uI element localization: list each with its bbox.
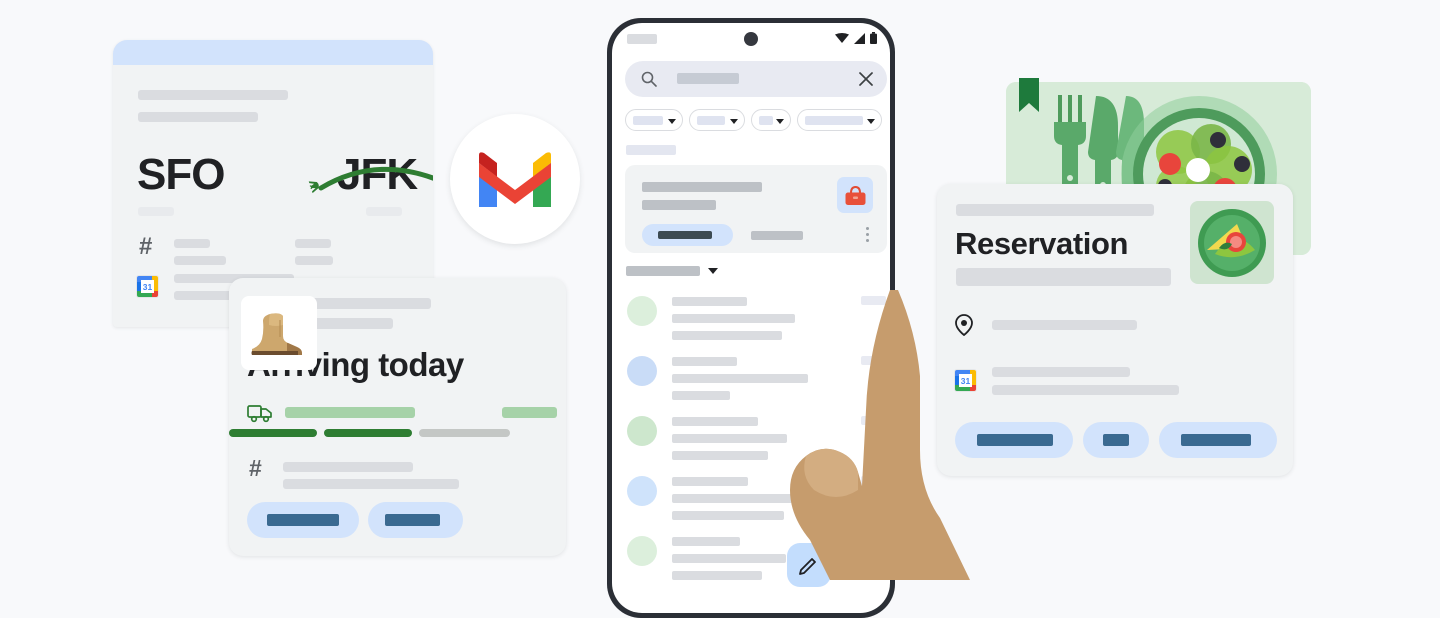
reservation-thumbnail (1190, 201, 1274, 284)
status-bar (612, 23, 890, 55)
confirmation-number-row: # (137, 233, 417, 271)
number-sign-icon: # (139, 233, 153, 260)
phone-screen[interactable] (612, 23, 890, 613)
list-header-label (626, 266, 700, 276)
close-icon (859, 72, 873, 86)
avatar (627, 356, 657, 386)
track-package-button[interactable] (247, 502, 359, 538)
message-row[interactable] (612, 351, 890, 411)
promo-subtitle-skeleton (642, 200, 716, 210)
product-thumbnail (241, 296, 317, 370)
handbag-icon (845, 185, 865, 205)
message-timestamp (861, 356, 886, 365)
filter-chip-2[interactable] (689, 109, 745, 131)
status-bar-time (627, 34, 657, 44)
filter-chip-3[interactable] (751, 109, 791, 131)
reservation-title: Reservation (955, 226, 1129, 261)
reservation-skeleton-line (956, 204, 1154, 216)
delivery-truck-icon (247, 405, 272, 423)
promotion-card[interactable] (625, 165, 887, 253)
number-sign-icon: # (249, 455, 262, 481)
flight-card-skeleton-line-2 (138, 112, 258, 122)
section-label (626, 145, 676, 155)
message-row[interactable] (612, 411, 890, 471)
origin-city-skeleton (138, 207, 174, 216)
destination-city-skeleton (366, 207, 402, 216)
calendar-day-number: 31 (959, 374, 972, 387)
message-timestamp (861, 296, 886, 305)
reservation-subtitle-skeleton (956, 268, 1171, 286)
shipping-status-row (247, 402, 557, 424)
salad-plate-image (1198, 208, 1266, 277)
arriving-action-row (247, 502, 547, 538)
message-timestamp (861, 416, 886, 425)
illustration-canvas: SFO JFK # 31 Reservation 31 Arriving tod… (0, 0, 1440, 618)
message-timestamp (861, 536, 886, 545)
avatar (627, 476, 657, 506)
bookmark-flag-icon (1019, 78, 1039, 112)
status-bar-icons (835, 32, 877, 44)
promo-title-skeleton (642, 182, 762, 192)
message-row[interactable] (612, 531, 890, 591)
promo-thumbnail (837, 177, 873, 213)
airplane-icon (308, 181, 319, 194)
map-pin-icon (955, 314, 973, 336)
calendar-day-number: 31 (141, 280, 154, 293)
map-button[interactable] (1083, 422, 1149, 458)
progress-segment-filled-2 (324, 429, 412, 437)
reservation-datetime-row: 31 (955, 364, 1265, 402)
tracking-number-row: # (247, 455, 537, 494)
filter-chip-row (625, 109, 890, 131)
gmail-logo (450, 114, 580, 244)
search-placeholder (677, 73, 739, 84)
google-calendar-icon: 31 (955, 370, 976, 391)
origin-airport-code: SFO (137, 150, 225, 199)
add-to-calendar-button[interactable] (1159, 422, 1277, 458)
compose-button[interactable] (787, 543, 831, 587)
message-row[interactable] (612, 471, 890, 531)
filter-chip-4[interactable] (797, 109, 882, 131)
battery-icon (870, 32, 877, 44)
flight-route-arc (303, 152, 433, 202)
avatar (627, 416, 657, 446)
chevron-down-icon[interactable] (708, 268, 718, 274)
search-icon (641, 71, 657, 87)
avatar (627, 296, 657, 326)
flight-card-header-band (113, 40, 433, 65)
front-camera-punch-hole (744, 32, 758, 46)
view-reservation-button[interactable] (955, 422, 1073, 458)
filter-chip-1[interactable] (625, 109, 683, 131)
more-vertical-icon[interactable] (866, 227, 869, 242)
promo-primary-button[interactable] (642, 224, 733, 246)
android-phone-mockup (607, 18, 895, 618)
wifi-icon (835, 32, 849, 43)
avatar (627, 536, 657, 566)
view-order-button[interactable] (368, 502, 463, 538)
reservation-location-row (955, 314, 1255, 340)
progress-segment-empty-3 (419, 429, 510, 437)
reservation-action-row (955, 422, 1285, 458)
ankle-boot-image (251, 313, 302, 355)
google-calendar-icon: 31 (137, 276, 158, 297)
pencil-icon (799, 558, 816, 575)
search-input[interactable] (625, 61, 887, 97)
gmail-m-icon (479, 152, 551, 207)
message-row[interactable] (612, 291, 890, 351)
cellular-signal-icon (854, 32, 865, 44)
promo-secondary-button[interactable] (751, 231, 803, 240)
flight-card-skeleton-line-1 (138, 90, 288, 100)
delivery-progress-bar (229, 429, 519, 437)
message-timestamp (861, 476, 886, 485)
progress-segment-filled-1 (229, 429, 317, 437)
